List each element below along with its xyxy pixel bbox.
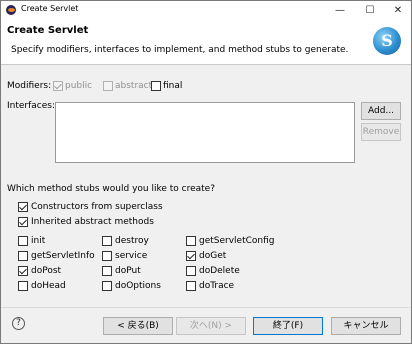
maximize-button[interactable]: ☐ xyxy=(356,1,384,19)
inherited-abstract-checkbox[interactable] xyxy=(18,217,28,227)
inherited-abstract-label: Inherited abstract methods xyxy=(31,217,154,227)
getservletconfig-checkbox[interactable] xyxy=(186,236,196,246)
page-title: Create Servlet xyxy=(7,25,89,36)
dotrace-checkbox[interactable] xyxy=(186,281,196,291)
dooptions-checkbox[interactable] xyxy=(102,281,112,291)
create-servlet-dialog: Create Servlet — ☐ ✕ Create Servlet Spec… xyxy=(0,0,412,344)
service-label: service xyxy=(115,251,148,261)
servlet-wizard-icon: S xyxy=(373,27,401,55)
eclipse-app-icon xyxy=(6,5,16,15)
doput-label: doPut xyxy=(115,266,141,276)
abstract-label: abstract xyxy=(115,81,153,91)
final-label: final xyxy=(163,81,183,91)
dohead-checkbox[interactable] xyxy=(18,281,28,291)
dopost-checkbox[interactable] xyxy=(18,266,28,276)
next-button[interactable]: 次へ(N) > xyxy=(176,317,246,335)
dotrace-label: doTrace xyxy=(199,281,235,291)
dodelete-checkbox[interactable] xyxy=(186,266,196,276)
title-bar[interactable]: Create Servlet — ☐ ✕ xyxy=(1,1,411,19)
constructors-checkbox[interactable] xyxy=(18,202,28,212)
dooptions-label: doOptions xyxy=(115,281,161,291)
dodelete-label: doDelete xyxy=(199,266,240,276)
modifiers-label: Modifiers: xyxy=(7,81,52,91)
method-stubs-question: Which method stubs would you like to cre… xyxy=(7,184,215,194)
footer-divider xyxy=(1,307,411,308)
abstract-checkbox[interactable] xyxy=(103,81,113,91)
minimize-button[interactable]: — xyxy=(326,1,354,19)
add-interface-button[interactable]: Add... xyxy=(361,102,401,120)
window-title: Create Servlet xyxy=(21,4,79,13)
doget-checkbox[interactable] xyxy=(186,251,196,261)
init-checkbox[interactable] xyxy=(18,236,28,246)
constructors-label: Constructors from superclass xyxy=(31,202,163,212)
doput-checkbox[interactable] xyxy=(102,266,112,276)
getservletconfig-label: getServletConfig xyxy=(199,236,275,246)
dopost-label: doPost xyxy=(31,266,62,276)
getservletinfo-label: getServletInfo xyxy=(31,251,95,261)
dohead-label: doHead xyxy=(31,281,66,291)
finish-button[interactable]: 終了(F) xyxy=(253,317,323,335)
help-icon[interactable]: ? xyxy=(12,317,25,330)
close-button[interactable]: ✕ xyxy=(384,1,412,19)
service-checkbox[interactable] xyxy=(102,251,112,261)
destroy-label: destroy xyxy=(115,236,149,246)
interfaces-label: Interfaces: xyxy=(7,101,56,111)
destroy-checkbox[interactable] xyxy=(102,236,112,246)
getservletinfo-checkbox[interactable] xyxy=(18,251,28,261)
final-checkbox[interactable] xyxy=(151,81,161,91)
cancel-button[interactable]: キャンセル xyxy=(331,317,401,335)
interfaces-list[interactable] xyxy=(55,102,355,163)
wizard-banner: Create Servlet Specify modifiers, interf… xyxy=(1,19,411,65)
page-description: Specify modifiers, interfaces to impleme… xyxy=(11,45,349,55)
public-label: public xyxy=(65,81,93,91)
public-checkbox[interactable] xyxy=(53,81,63,91)
init-label: init xyxy=(31,236,46,246)
remove-interface-button[interactable]: Remove xyxy=(361,123,401,141)
doget-label: doGet xyxy=(199,251,227,261)
back-button[interactable]: < 戻る(B) xyxy=(103,317,173,335)
